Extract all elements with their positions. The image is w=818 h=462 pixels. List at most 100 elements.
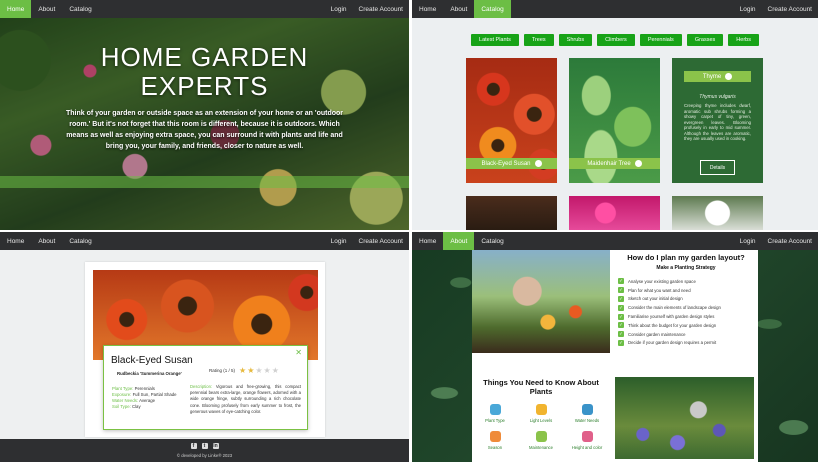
category-herbs[interactable]: Herbs xyxy=(728,34,759,46)
list-item: ✓ Plan for what you want and need xyxy=(618,287,691,294)
need-water-needs[interactable]: Water Needs xyxy=(567,404,607,423)
season-icon xyxy=(489,431,501,442)
category-trees[interactable]: Trees xyxy=(523,34,554,46)
star-icon[interactable]: ★ xyxy=(255,366,262,375)
plant-card-image[interactable] xyxy=(569,196,660,230)
list-item: ✓ Consider garden maintenance xyxy=(618,331,686,338)
chevron-up-icon[interactable] xyxy=(725,73,733,80)
plant-card-name: Thyme xyxy=(702,73,722,80)
nav-login[interactable]: Login xyxy=(325,0,353,18)
check-icon: ✓ xyxy=(618,278,624,285)
category-latest-plants[interactable]: Latest Plants xyxy=(471,34,519,46)
about-page: Home About Catalog Login Create Account … xyxy=(412,232,818,462)
need-height-color[interactable]: Height and color xyxy=(567,431,607,450)
linkedin-icon[interactable]: in xyxy=(212,443,219,449)
need-maintenance[interactable]: Maintenance xyxy=(521,431,561,450)
plant-card-image[interactable] xyxy=(672,196,763,230)
need-light-levels[interactable]: Light Levels xyxy=(521,404,561,423)
plant-description: Creeping thyme includes dwarf, aromatic … xyxy=(684,103,751,141)
nav-create-account[interactable]: Create Account xyxy=(353,232,409,250)
nav-create-account[interactable]: Create Account xyxy=(762,232,818,250)
list-item: ✓ Sketch out your initial design xyxy=(618,295,683,302)
twitter-icon[interactable]: t xyxy=(201,443,208,449)
plant-card-grid: Black-Eyed Susan Maidenhair Tree Thyme T… xyxy=(466,58,763,183)
hero-title: HOME GARDEN EXPERTS xyxy=(100,42,309,101)
nav-home[interactable]: Home xyxy=(0,232,31,250)
star-icon[interactable]: ★ xyxy=(264,366,271,375)
nav-catalog[interactable]: Catalog xyxy=(474,0,511,18)
check-icon: ✓ xyxy=(618,295,624,302)
plant-name: Black-Eyed Susan xyxy=(111,355,193,366)
check-icon: ✓ xyxy=(618,313,624,320)
category-climbers[interactable]: Climbers xyxy=(597,34,635,46)
category-perennials[interactable]: Perennials xyxy=(639,34,682,46)
nav-catalog[interactable]: Catalog xyxy=(474,232,510,250)
about-content: How do I plan my garden layout? Make a P… xyxy=(472,250,758,462)
plant-card-maidenhair-tree[interactable]: Maidenhair Tree xyxy=(569,58,660,183)
nav-about[interactable]: About xyxy=(31,0,62,18)
navbar: Home About Catalog Login Create Account xyxy=(412,0,818,18)
plant-card-black-eyed-susan[interactable]: Black-Eyed Susan xyxy=(466,58,557,183)
list-item: ✓ Analyse your existing garden space xyxy=(618,278,696,285)
maintenance-icon xyxy=(535,431,547,442)
facebook-icon[interactable]: f xyxy=(190,443,197,449)
need-season[interactable]: Season xyxy=(475,431,515,450)
plant-card-thyme-expanded[interactable]: Thyme Thymus vulgaris Creeping thyme inc… xyxy=(672,58,763,183)
nav-home[interactable]: Home xyxy=(412,0,443,18)
garden-plan-section: How do I plan my garden layout? Make a P… xyxy=(618,253,754,347)
plant-scientific-name: Thymus vulgaris xyxy=(699,94,736,100)
gardening-photo xyxy=(472,250,610,353)
rating: Rating (1 / 5) ★ ★ ★ ★ ★ xyxy=(209,366,279,375)
plant-card-name: Black-Eyed Susan xyxy=(481,160,531,167)
plant-card-caption: Black-Eyed Susan xyxy=(466,158,557,169)
nav-home[interactable]: Home xyxy=(412,232,443,250)
nav-login[interactable]: Login xyxy=(734,232,762,250)
chevron-down-icon[interactable] xyxy=(534,160,542,167)
plant-card-caption: Thyme xyxy=(684,71,751,82)
nav-home[interactable]: Home xyxy=(0,0,32,18)
list-item: ✓ Decide if your garden design requires a… xyxy=(618,339,717,346)
check-icon: ✓ xyxy=(618,304,624,311)
details-button[interactable]: Details xyxy=(700,160,735,175)
screenshot-collage: Home About Catalog Login Create Account … xyxy=(0,0,818,462)
nav-about[interactable]: About xyxy=(31,232,62,250)
chevron-down-icon[interactable] xyxy=(634,160,642,167)
star-rating[interactable]: ★ ★ ★ ★ ★ xyxy=(239,366,279,375)
needs-title: Things You Need to Know About Plants xyxy=(483,378,599,396)
hero-text: Think of your garden or outside space as… xyxy=(65,110,344,150)
garden-path-photo xyxy=(615,377,754,459)
nav-about[interactable]: About xyxy=(443,232,475,250)
check-icon: ✓ xyxy=(618,331,624,338)
catalog-page: Home About Catalog Login Create Account … xyxy=(412,0,818,230)
nav-login[interactable]: Login xyxy=(734,0,762,18)
nav-catalog[interactable]: Catalog xyxy=(62,0,98,18)
plant-scientific-name: Rudbeckia 'Summerina Orange' xyxy=(117,371,182,376)
copyright-text: © developed by Linke® 2023 xyxy=(176,453,233,458)
nav-create-account[interactable]: Create Account xyxy=(353,0,409,18)
nav-login[interactable]: Login xyxy=(325,232,353,250)
sun-icon xyxy=(535,404,547,415)
nav-catalog[interactable]: Catalog xyxy=(62,232,98,250)
category-shrubs[interactable]: Shrubs xyxy=(558,34,593,46)
list-item: ✓ Think about the budget for your garden … xyxy=(618,322,717,329)
needs-row: Plant Type Light Levels Water Needs xyxy=(472,404,610,423)
plant-facts: Plant Type: Perennials Exposure: Full Su… xyxy=(112,386,192,410)
plant-card-image[interactable] xyxy=(466,196,557,230)
check-icon: ✓ xyxy=(618,287,624,294)
navbar: Home About Catalog Login Create Account xyxy=(412,232,818,250)
star-icon[interactable]: ★ xyxy=(272,366,279,375)
social-icons: f t in xyxy=(0,443,409,449)
nav-about[interactable]: About xyxy=(443,0,474,18)
category-grasses[interactable]: Grasses xyxy=(686,34,724,46)
rating-label: Rating (1 / 5) xyxy=(209,368,236,373)
list-item: ✓ Familiarise yourself with garden design… xyxy=(618,313,715,320)
star-icon[interactable]: ★ xyxy=(239,366,246,375)
nav-create-account[interactable]: Create Account xyxy=(762,0,818,18)
plant-detail-modal: ✕ Black-Eyed Susan Rudbeckia 'Summerina … xyxy=(103,345,308,430)
plan-steps-list: ✓ Analyse your existing garden space ✓ Pla… xyxy=(618,277,754,347)
need-plant-type[interactable]: Plant Type xyxy=(475,404,515,423)
fact-row: Soil Type: Clay xyxy=(112,404,141,409)
close-icon[interactable]: ✕ xyxy=(295,348,302,357)
footer: f t in © developed by Linke® 2023 xyxy=(0,439,409,462)
star-icon[interactable]: ★ xyxy=(247,366,254,375)
